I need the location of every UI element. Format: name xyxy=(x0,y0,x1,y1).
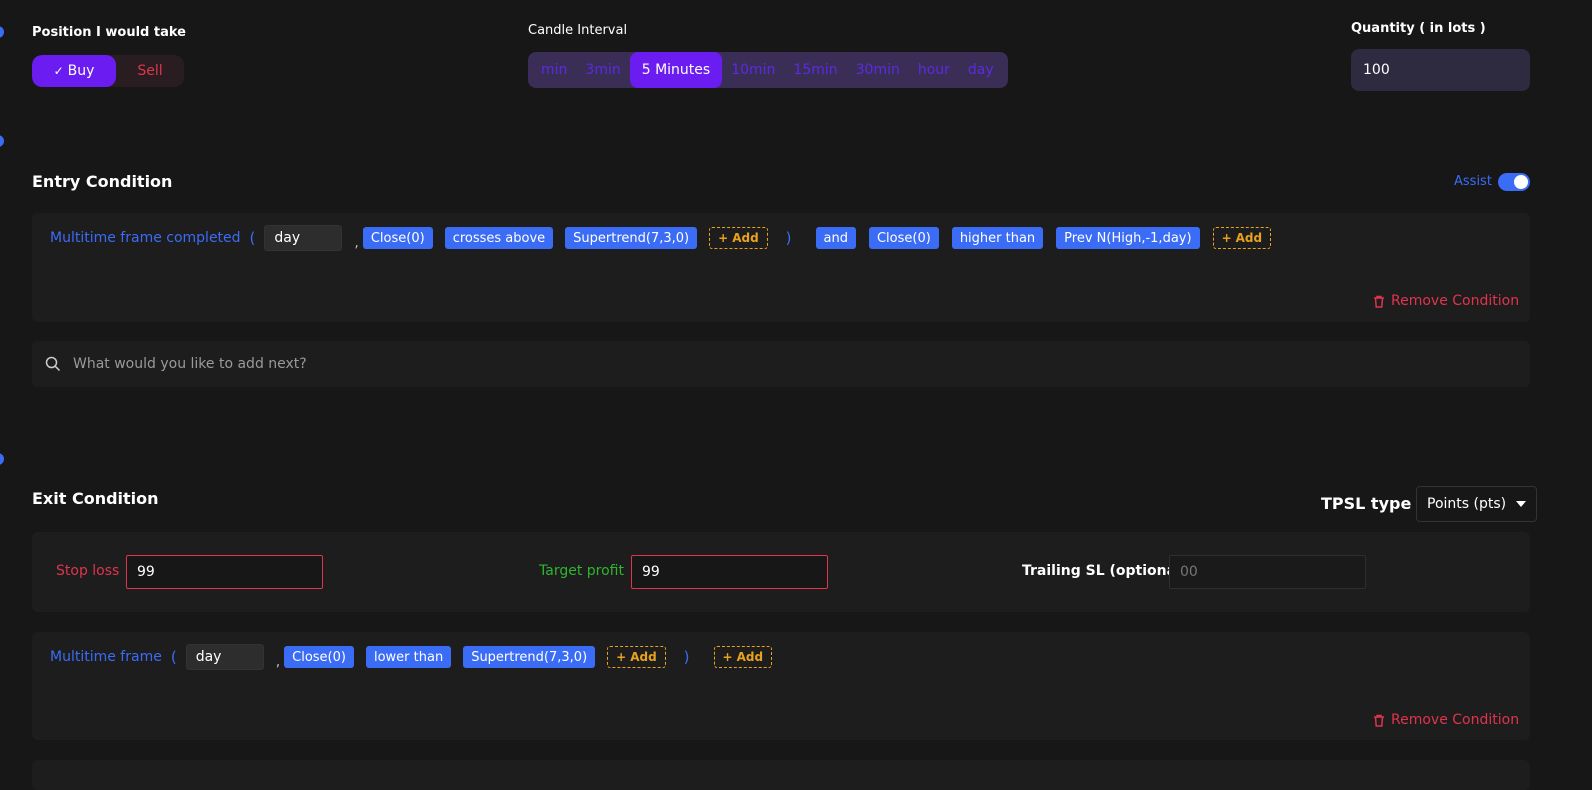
candle-interval-label: Candle Interval xyxy=(528,23,628,38)
step-dot xyxy=(0,26,4,38)
exit-condition-row: Multitime frame ( day , Close(0) lower t… xyxy=(50,643,773,671)
search-icon xyxy=(45,356,61,372)
indicator-chip[interactable]: Close(0) xyxy=(284,646,354,668)
position-label: Position I would take xyxy=(32,25,186,40)
interval-min[interactable]: min xyxy=(532,52,576,88)
interval-15min[interactable]: 15min xyxy=(784,52,846,88)
step-dot xyxy=(0,453,4,465)
remove-condition-button[interactable]: Remove Condition xyxy=(1373,293,1519,309)
trash-icon xyxy=(1374,714,1384,727)
close-paren: ) xyxy=(683,648,690,666)
stop-loss-input[interactable] xyxy=(126,555,323,589)
entry-condition-title: Entry Condition xyxy=(32,172,173,191)
target-profit-label: Target profit xyxy=(539,563,624,579)
entry-condition-row: Multitime frame completed ( day , Close(… xyxy=(50,224,1272,252)
interval-5min[interactable]: 5 Minutes xyxy=(629,52,723,88)
search-input[interactable] xyxy=(71,355,1475,373)
interval-30min[interactable]: 30min xyxy=(847,52,909,88)
search-bar xyxy=(32,341,1530,387)
operator-chip[interactable]: lower than xyxy=(365,646,452,668)
joiner-chip[interactable]: and xyxy=(815,227,856,249)
add-button[interactable]: + Add xyxy=(709,227,768,249)
plus-icon: + xyxy=(718,231,729,245)
assist-toggle[interactable] xyxy=(1498,173,1530,191)
open-paren: ( xyxy=(170,648,177,666)
next-panel xyxy=(32,760,1530,790)
step-dot xyxy=(0,135,4,147)
interval-3min[interactable]: 3min xyxy=(576,52,629,88)
tpsl-type-select[interactable]: Points (pts) xyxy=(1416,486,1538,522)
indicator-chip[interactable]: Supertrend(7,3,0) xyxy=(565,227,698,249)
plus-icon: + xyxy=(1221,231,1232,245)
indicator-chip[interactable]: Close(0) xyxy=(362,227,433,249)
add-button[interactable]: + Add xyxy=(713,646,773,668)
remove-condition-button[interactable]: Remove Condition xyxy=(1373,712,1519,728)
interval-10min[interactable]: 10min xyxy=(722,52,784,88)
close-paren: ) xyxy=(785,229,792,247)
operator-chip[interactable]: crosses above xyxy=(444,227,554,249)
condition-keyword[interactable]: Multitime frame completed xyxy=(50,230,241,246)
exit-condition-title: Exit Condition xyxy=(32,489,159,508)
interval-hour[interactable]: hour xyxy=(909,52,959,88)
plus-icon: + xyxy=(616,650,627,664)
indicator-chip[interactable]: Supertrend(7,3,0) xyxy=(463,646,596,668)
candle-interval-selector: min 3min 5 Minutes 10min 15min 30min hou… xyxy=(528,52,1008,88)
add-button[interactable]: + Add xyxy=(607,646,666,668)
open-paren: ( xyxy=(249,229,256,247)
assist-label: Assist xyxy=(1454,174,1492,189)
trailing-sl-label: Trailing SL (optional) xyxy=(1022,563,1188,579)
check-icon: ✓ xyxy=(53,64,64,78)
comma: , xyxy=(275,654,281,670)
stop-loss-label: Stop loss xyxy=(56,563,120,579)
indicator-chip[interactable]: Close(0) xyxy=(868,227,939,249)
timeframe-select[interactable]: day xyxy=(264,225,343,251)
buy-button[interactable]: ✓ Buy xyxy=(32,55,116,87)
comma: , xyxy=(354,235,359,251)
indicator-chip[interactable]: Prev N(High,-1,day) xyxy=(1056,227,1200,249)
timeframe-select[interactable]: day xyxy=(185,644,264,670)
quantity-input[interactable] xyxy=(1351,49,1530,91)
tpsl-type-label: TPSL type xyxy=(1321,494,1412,513)
toggle-knob xyxy=(1514,175,1528,189)
add-button[interactable]: + Add xyxy=(1212,227,1272,249)
caret-down-icon xyxy=(1516,501,1527,507)
condition-keyword[interactable]: Multitime frame xyxy=(50,649,162,665)
trailing-sl-input[interactable] xyxy=(1169,555,1366,589)
operator-chip[interactable]: higher than xyxy=(951,227,1044,249)
plus-icon: + xyxy=(722,650,733,664)
trash-icon xyxy=(1374,295,1384,308)
sell-button[interactable]: Sell xyxy=(116,55,184,87)
interval-day[interactable]: day xyxy=(959,52,1003,88)
target-profit-input[interactable] xyxy=(631,555,828,589)
position-toggle: ✓ Buy Sell xyxy=(32,55,184,87)
quantity-label: Quantity ( in lots ) xyxy=(1351,21,1486,36)
